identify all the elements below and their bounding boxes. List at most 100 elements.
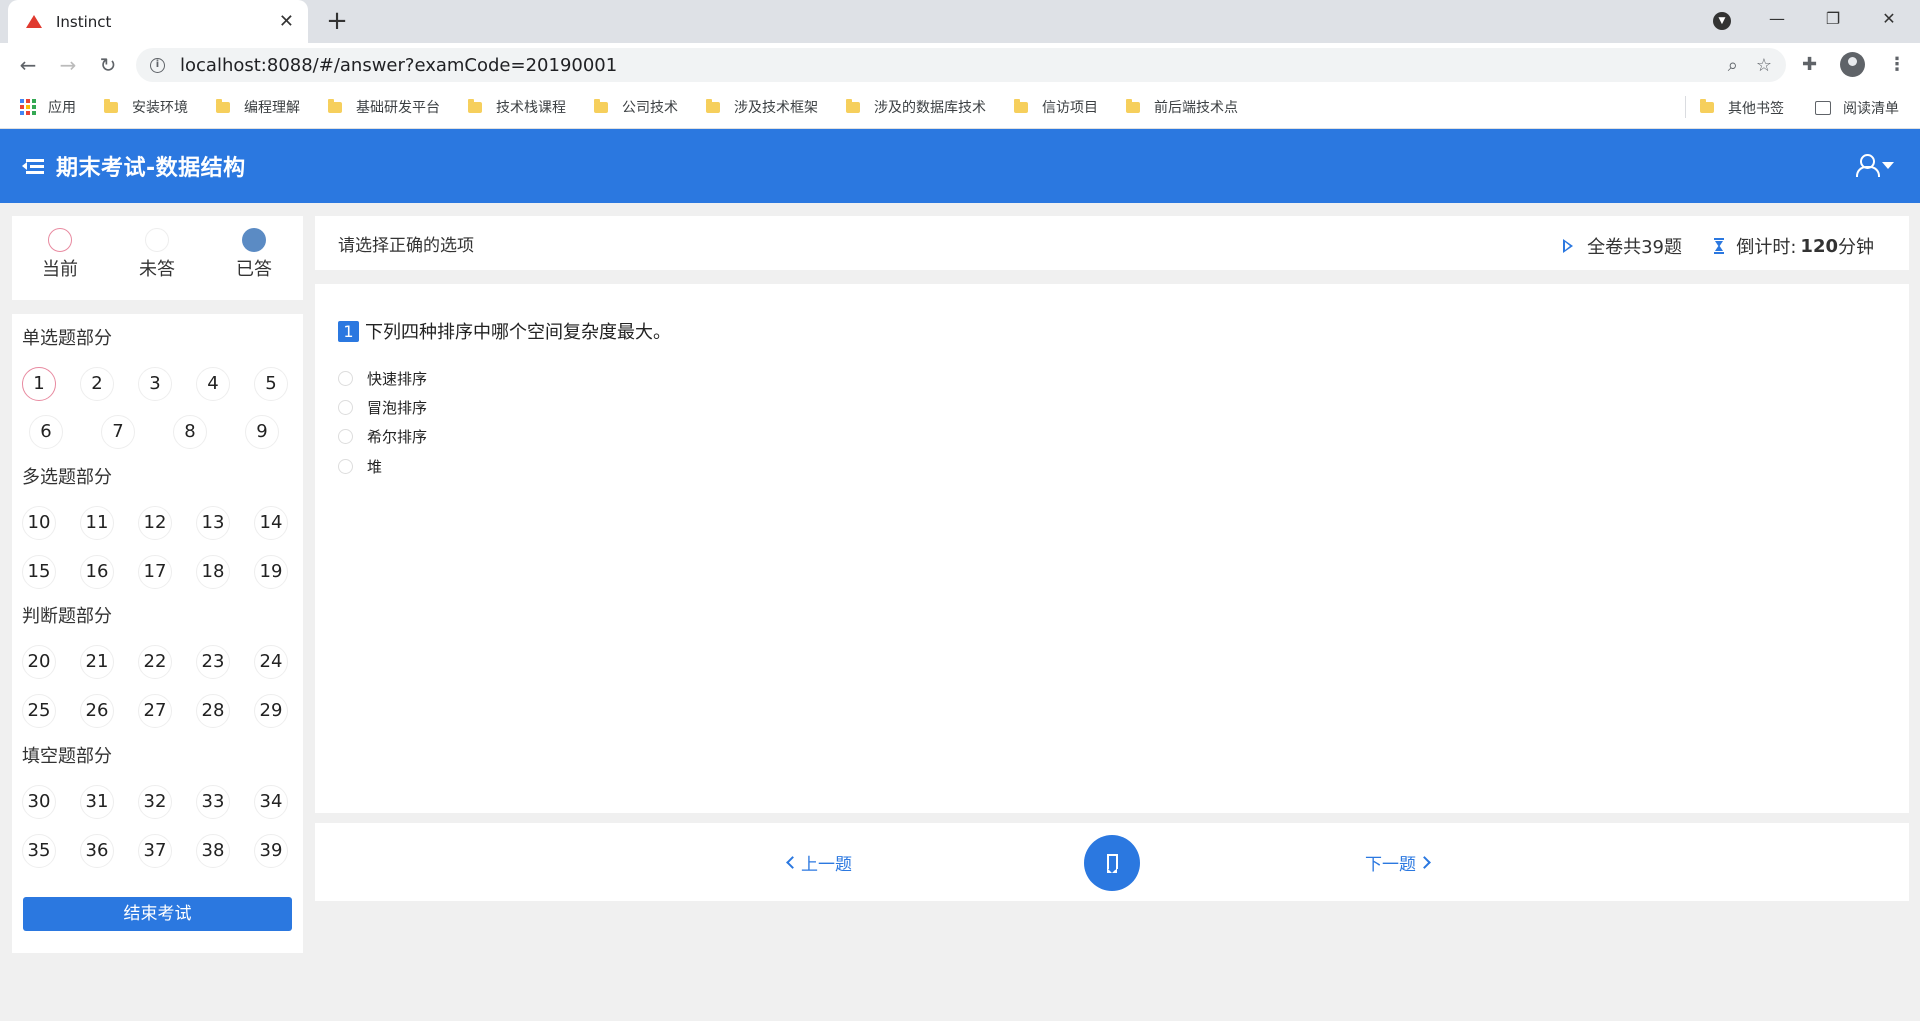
legend-current-label: 当前 <box>42 259 78 280</box>
question-number-button[interactable]: 38 <box>196 834 230 868</box>
option-b[interactable]: 冒泡排序 <box>338 397 427 418</box>
bookmark-folder[interactable]: 公司技术 <box>594 97 678 117</box>
question-number-button[interactable]: 13 <box>196 506 230 540</box>
question-number-button[interactable]: 30 <box>22 785 56 819</box>
question-number-button[interactable]: 29 <box>254 694 288 728</box>
folder-icon <box>216 98 230 113</box>
option-a[interactable]: 快速排序 <box>338 368 427 389</box>
question-number-button[interactable]: 6 <box>29 415 63 449</box>
question-number-button[interactable]: 9 <box>245 415 279 449</box>
reading-list-icon <box>1815 100 1831 115</box>
radio-button[interactable] <box>338 459 353 474</box>
radio-button[interactable] <box>338 371 353 386</box>
question-number-button[interactable]: 28 <box>196 694 230 728</box>
other-bookmarks[interactable]: 其他书签 <box>1700 86 1784 129</box>
zoom-icon[interactable]: ⌕ <box>1728 55 1738 76</box>
new-tab-button[interactable]: + <box>322 6 352 36</box>
question-number-button[interactable]: 27 <box>138 694 172 728</box>
total-questions: 全卷共39题 <box>1563 233 1682 259</box>
option-c[interactable]: 希尔排序 <box>338 426 427 447</box>
reading-list-label: 阅读清单 <box>1843 100 1899 117</box>
bookmark-label: 涉及技术框架 <box>734 100 818 116</box>
bookmark-folder[interactable]: 安装环境 <box>104 97 188 117</box>
question-number-button[interactable]: 7 <box>101 415 135 449</box>
question-number-button[interactable]: 25 <box>22 694 56 728</box>
question-number-button[interactable]: 12 <box>138 506 172 540</box>
question-number-button[interactable]: 5 <box>254 367 288 401</box>
exam-app: 期末考试-数据结构 当前 未答 已答 结束考试 单选题部分 1 2 3 4 5 6 7 8 9 多选… <box>0 129 1920 1021</box>
reading-list[interactable]: 阅读清单 <box>1815 86 1899 129</box>
question-number-button[interactable]: 3 <box>138 367 172 401</box>
user-icon <box>1856 154 1880 177</box>
question-number-button[interactable]: 32 <box>138 785 172 819</box>
bookmark-icon <box>1107 854 1118 873</box>
address-bar[interactable]: i localhost:8088/#/answer?examCode=20190… <box>136 48 1786 82</box>
next-question-button[interactable]: 下一题 <box>1365 850 1431 875</box>
previous-question-button[interactable]: 上一题 <box>786 850 852 875</box>
user-menu[interactable] <box>1856 154 1894 177</box>
question-number-button[interactable]: 16 <box>80 555 114 589</box>
forward-arrow-icon[interactable]: → <box>52 49 84 81</box>
question-number-button[interactable]: 15 <box>22 555 56 589</box>
bookmark-folder[interactable]: 技术栈课程 <box>468 97 566 117</box>
option-label: 堆 <box>367 458 383 476</box>
bookmark-label: 安装环境 <box>132 100 188 116</box>
menu-collapse-icon[interactable] <box>22 157 44 175</box>
radio-button[interactable] <box>338 400 353 415</box>
question-number-button[interactable]: 36 <box>80 834 114 868</box>
bookmark-folder[interactable]: 涉及的数据库技术 <box>846 97 986 117</box>
bookmark-folder[interactable]: 前后端技术点 <box>1126 97 1238 117</box>
browser-tab[interactable]: Instinct ✕ <box>8 0 308 43</box>
close-window-button[interactable]: ✕ <box>1866 4 1912 34</box>
radio-button[interactable] <box>338 429 353 444</box>
question-number-button[interactable]: 14 <box>254 506 288 540</box>
restore-button[interactable]: ❐ <box>1810 4 1856 34</box>
end-exam-button[interactable]: 结束考试 <box>23 897 292 931</box>
star-bookmark-icon[interactable]: ☆ <box>1756 55 1772 76</box>
question-number-button[interactable]: 26 <box>80 694 114 728</box>
profile-avatar-icon[interactable] <box>1840 52 1865 77</box>
question-number-button[interactable]: 10 <box>22 506 56 540</box>
question-number-button[interactable]: 23 <box>196 645 230 679</box>
question-number-button[interactable]: 22 <box>138 645 172 679</box>
question-number-button[interactable]: 8 <box>173 415 207 449</box>
question-number-button[interactable]: 19 <box>254 555 288 589</box>
bookmark-folder[interactable]: 涉及技术框架 <box>706 97 818 117</box>
question-number-button[interactable]: 24 <box>254 645 288 679</box>
tab-search-icon[interactable]: ▼ <box>1713 12 1731 30</box>
exam-title: 期末考试-数据结构 <box>56 156 246 181</box>
question-number-button[interactable]: 34 <box>254 785 288 819</box>
close-tab-icon[interactable]: ✕ <box>279 11 294 32</box>
bookmark-apps[interactable]: 应用 <box>20 97 76 117</box>
url-text[interactable]: localhost:8088/#/answer?examCode=2019000… <box>180 55 1710 76</box>
extensions-puzzle-icon[interactable]: ✚ <box>1802 54 1817 75</box>
browser-toolbar: ← → ↻ i localhost:8088/#/answer?examCode… <box>0 43 1920 86</box>
option-d[interactable]: 堆 <box>338 456 382 477</box>
bookmark-folder[interactable]: 基础研发平台 <box>328 97 440 117</box>
question-number-button[interactable]: 2 <box>80 367 114 401</box>
back-arrow-icon[interactable]: ← <box>12 49 44 81</box>
question-number-button[interactable]: 33 <box>196 785 230 819</box>
question-number-button[interactable]: 18 <box>196 555 230 589</box>
bookmark-folder[interactable]: 编程理解 <box>216 97 300 117</box>
question-number-button[interactable]: 11 <box>80 506 114 540</box>
question-number-button[interactable]: 35 <box>22 834 56 868</box>
minimize-button[interactable]: — <box>1754 4 1800 34</box>
question-number-button[interactable]: 17 <box>138 555 172 589</box>
reload-icon[interactable]: ↻ <box>92 49 124 81</box>
question-number-button[interactable]: 4 <box>196 367 230 401</box>
bookmark-folder[interactable]: 信访项目 <box>1014 97 1098 117</box>
question-number-button[interactable]: 1 <box>22 367 56 401</box>
answered-circle-icon <box>242 228 266 252</box>
question-number-button[interactable]: 37 <box>138 834 172 868</box>
question-number-button[interactable]: 21 <box>80 645 114 679</box>
site-info-icon[interactable]: i <box>150 57 165 73</box>
question-number-button[interactable]: 20 <box>22 645 56 679</box>
question-number-button[interactable]: 31 <box>80 785 114 819</box>
more-menu-icon[interactable]: ⋮ <box>1888 54 1906 75</box>
question-number-button[interactable]: 39 <box>254 834 288 868</box>
question-number-badge: 1 <box>338 320 359 342</box>
mark-question-button[interactable] <box>1084 835 1140 891</box>
bookmark-label: 信访项目 <box>1042 100 1098 116</box>
unanswered-circle-icon <box>145 228 169 252</box>
